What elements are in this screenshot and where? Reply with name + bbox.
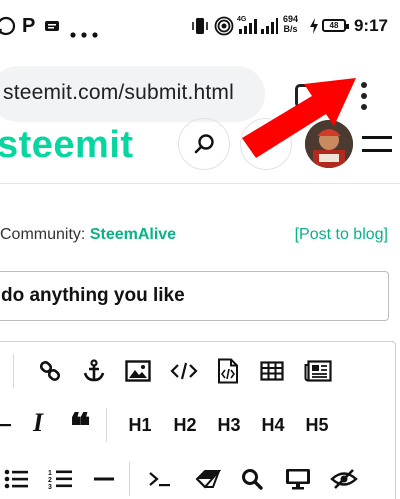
address-bar[interactable]: steemit.com/submit.html: [0, 66, 265, 122]
p-app-icon: P: [22, 15, 36, 37]
eraser-button[interactable]: [193, 464, 223, 494]
toggle-preview-button[interactable]: [329, 464, 359, 494]
newspaper-icon: [304, 360, 332, 382]
charging-icon: [309, 18, 319, 39]
eye-slash-icon: [330, 468, 358, 490]
svg-text:2: 2: [48, 477, 52, 484]
horizontal-rule-button[interactable]: [89, 464, 119, 494]
fullscreen-button[interactable]: [283, 464, 313, 494]
heading-2-button[interactable]: H2: [170, 410, 200, 440]
red-arrow-annotation: [242, 78, 356, 158]
anchor-button[interactable]: [79, 356, 109, 386]
toolbar-divider: [129, 462, 130, 496]
italic-button[interactable]: I: [23, 408, 53, 438]
svg-text:4G: 4G: [237, 16, 247, 23]
title-input[interactable]: do anything you like: [0, 271, 389, 321]
quote-button[interactable]: ❝: [65, 412, 95, 442]
anchor-icon: [82, 359, 106, 383]
search-button[interactable]: [178, 118, 230, 170]
terminal-button[interactable]: [145, 464, 175, 494]
bullet-list-button[interactable]: [1, 464, 31, 494]
toolbar-divider: [13, 354, 14, 388]
magnifier-icon: [241, 468, 263, 490]
eraser-icon: [195, 469, 221, 489]
community-selector[interactable]: Community: SteemAlive: [0, 226, 176, 244]
preview-search-button[interactable]: [237, 464, 267, 494]
hotspot-icon: [214, 16, 234, 41]
heading-4-button[interactable]: H4: [258, 410, 288, 440]
html-file-button[interactable]: [213, 356, 243, 386]
bullet-list-icon: [4, 469, 28, 489]
image-button[interactable]: [123, 356, 153, 386]
newspaper-button[interactable]: [303, 356, 333, 386]
table-icon: [260, 361, 284, 381]
signal-4g-icon: 4G: [237, 14, 259, 41]
steemit-logo[interactable]: steemit: [0, 124, 134, 167]
code-button[interactable]: [169, 356, 199, 386]
markdown-editor: I ❝ H1 H2 H3 H4 H5 123: [0, 341, 396, 499]
svg-text:3: 3: [48, 484, 52, 490]
header-divider: [0, 183, 400, 184]
strikethrough-button[interactable]: [0, 410, 19, 440]
image-icon: [125, 360, 151, 382]
network-speed-unit: B/s: [283, 24, 298, 34]
search-icon: [193, 132, 217, 161]
post-to-blog-link[interactable]: [Post to blog]: [295, 226, 388, 244]
more-dots-icon: [70, 25, 98, 43]
monitor-icon: [285, 468, 311, 490]
table-button[interactable]: [257, 356, 287, 386]
network-speed-value: 694: [283, 14, 299, 24]
signal-icon: [260, 18, 278, 39]
status-bar: P 4G 694 B/s 48 9:17: [0, 0, 400, 52]
minus-icon: [94, 476, 114, 482]
toolbar-divider: [106, 408, 107, 442]
code-file-icon: [217, 358, 239, 384]
numbered-list-button[interactable]: 123: [45, 464, 75, 494]
heading-1-button[interactable]: H1: [125, 410, 155, 440]
battery-icon: 48: [322, 19, 349, 32]
link-icon: [38, 359, 62, 383]
code-icon: [170, 361, 198, 381]
community-name[interactable]: SteemAlive: [90, 226, 176, 243]
heading-5-button[interactable]: H5: [302, 410, 332, 440]
heading-3-button[interactable]: H3: [214, 410, 244, 440]
svg-text:1: 1: [48, 470, 52, 477]
dash-icon: [0, 422, 11, 428]
vibrate-icon: [192, 16, 208, 41]
numbered-list-icon: 123: [48, 468, 72, 490]
url-text: steemit.com/submit.html: [3, 81, 234, 104]
community-label: Community:: [0, 226, 86, 243]
whatsapp-icon: [0, 16, 16, 41]
terminal-icon: [148, 470, 172, 488]
link-button[interactable]: [35, 356, 65, 386]
message-icon: [44, 20, 60, 39]
status-time: 9:17: [353, 16, 388, 35]
network-speed: 694 B/s: [283, 14, 298, 34]
